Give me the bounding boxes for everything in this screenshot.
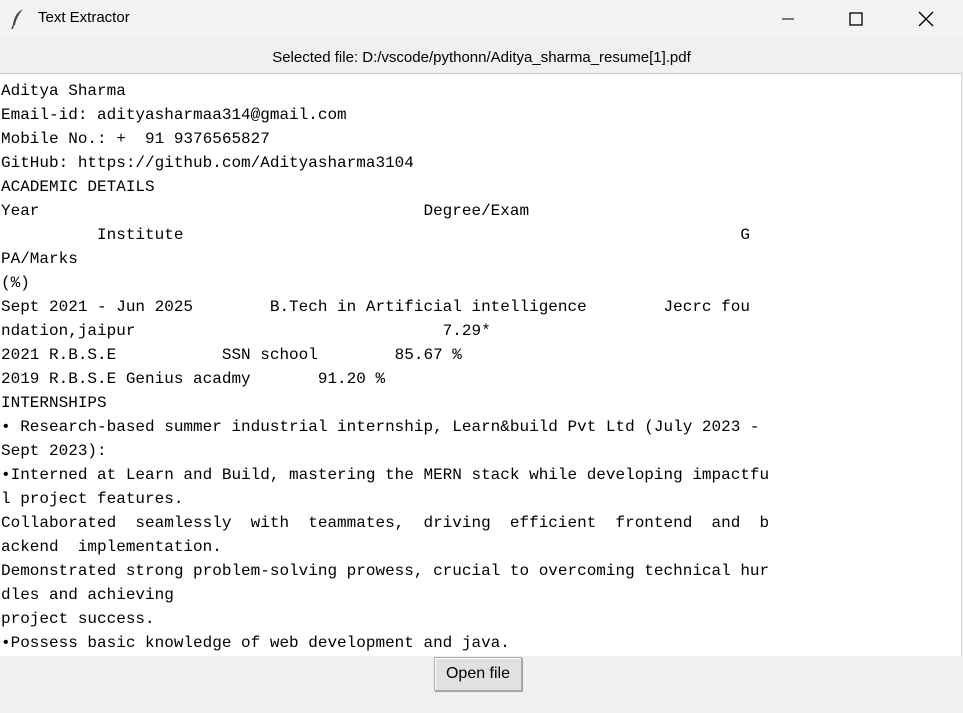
text-line: •Interned at Learn and Build, mastering … xyxy=(1,466,770,484)
minimize-icon xyxy=(782,18,794,20)
text-line: 2021 R.B.S.E SSN school 85.67 % xyxy=(1,346,462,364)
extracted-text-area[interactable]: Aditya Sharma Email-id: adityasharmaa314… xyxy=(0,73,962,656)
window-title: Text Extractor xyxy=(38,9,130,26)
text-line: Aditya Sharma xyxy=(1,82,126,100)
text-line: PA/Marks xyxy=(1,250,78,268)
open-file-button[interactable]: Open file xyxy=(434,657,522,691)
text-line: Sept 2021 - Jun 2025 B.Tech in Artificia… xyxy=(1,298,750,316)
text-line: l project features. xyxy=(1,490,184,508)
text-line: • Research-based summer industrial inter… xyxy=(1,418,760,436)
text-line: 2019 R.B.S.E Genius acadmy 91.20 % xyxy=(1,370,386,388)
text-line: ackend implementation. xyxy=(1,538,222,556)
window-bottom-edge xyxy=(40,702,940,713)
extracted-text: Aditya Sharma Email-id: adityasharmaa314… xyxy=(0,74,961,655)
text-line: project success. xyxy=(1,610,155,628)
text-line: Email-id: adityasharmaa314@gmail.com xyxy=(1,106,347,124)
text-line: Collaborated seamlessly with teammates, … xyxy=(1,514,770,532)
maximize-icon xyxy=(849,12,863,26)
maximize-button[interactable] xyxy=(833,0,879,38)
text-line: GitHub: https://github.com/Adityasharma3… xyxy=(1,154,414,172)
selected-file-label: Selected file: D:/vscode/pythonn/Aditya_… xyxy=(272,49,691,66)
close-icon xyxy=(918,11,934,27)
text-line: Institute G xyxy=(1,226,750,244)
close-button[interactable] xyxy=(903,0,949,38)
text-line: Demonstrated strong problem-solving prow… xyxy=(1,562,770,580)
text-line: dles and achieving xyxy=(1,586,174,604)
feather-icon xyxy=(10,8,26,30)
text-line: •Possess basic knowledge of web developm… xyxy=(1,634,510,652)
text-line: INTERNSHIPS xyxy=(1,394,107,412)
text-line: (%) xyxy=(1,274,30,292)
text-line: Year Degree/Exam xyxy=(1,202,530,220)
text-line: Mobile No.: + 91 9376565827 xyxy=(1,130,270,148)
title-bar: Text Extractor xyxy=(0,0,963,38)
text-line: Sept 2023): xyxy=(1,442,107,460)
text-line: ndation,jaipur 7.29* xyxy=(1,322,491,340)
minimize-button[interactable] xyxy=(765,0,811,38)
text-line: ACADEMIC DETAILS xyxy=(1,178,155,196)
